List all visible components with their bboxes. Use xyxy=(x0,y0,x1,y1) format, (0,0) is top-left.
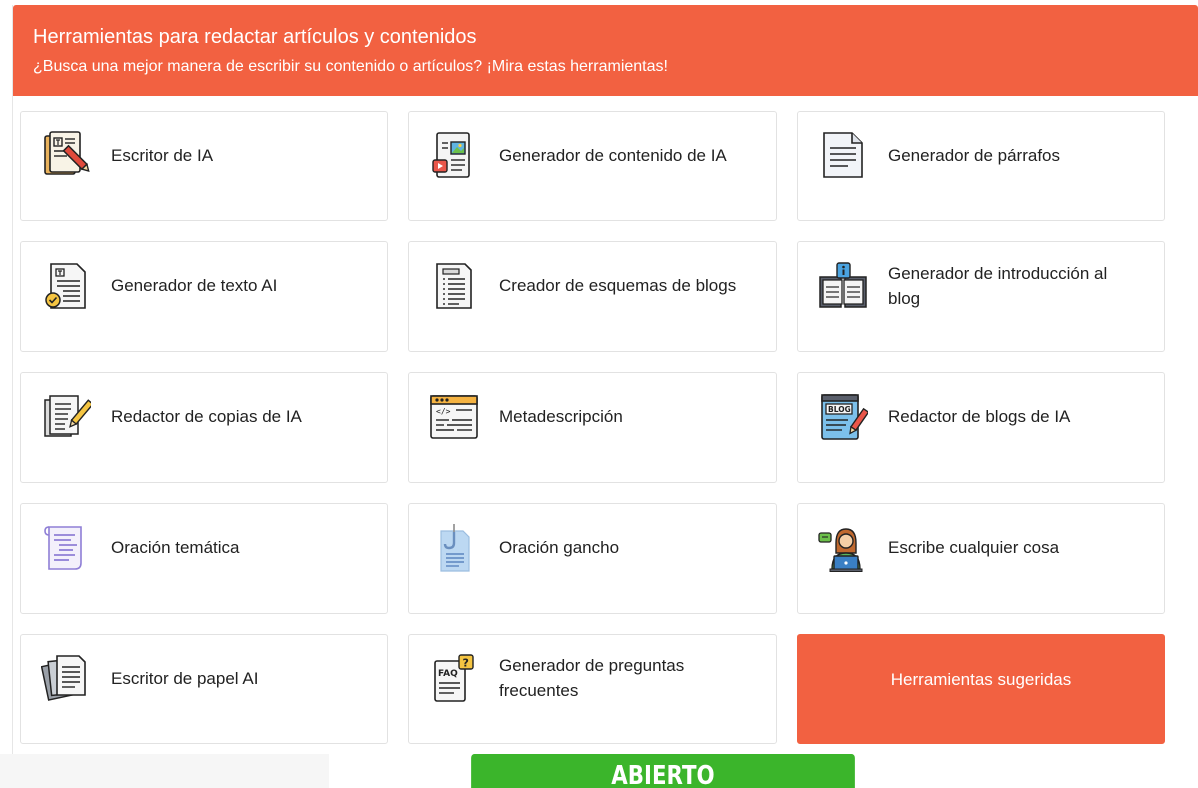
open-button[interactable]: ABIERTO xyxy=(471,754,855,788)
tool-label: Generador de contenido de IA xyxy=(499,145,727,165)
tool-card-meta-description[interactable]: </> Metadescripción xyxy=(408,372,777,483)
text-document-check-icon xyxy=(41,261,91,311)
tool-label: Redactor de copias de IA xyxy=(111,407,302,426)
paragraph-document-icon xyxy=(818,130,868,180)
paper-stack-icon xyxy=(41,653,91,703)
tool-card-blog-intro[interactable]: Generador de introducción al blog xyxy=(797,241,1165,352)
hook-document-icon xyxy=(429,523,479,573)
tool-label: Redactor de blogs de IA xyxy=(888,407,1071,426)
blog-writer-icon: BLOG xyxy=(818,392,868,442)
tool-card-paragraph-generator[interactable]: Generador de párrafos xyxy=(797,111,1165,221)
book-info-icon xyxy=(818,261,868,311)
bottom-strip xyxy=(0,754,329,788)
copy-writer-icon xyxy=(41,392,91,442)
panel-subtitle: ¿Busca una mejor manera de escribir su c… xyxy=(33,58,668,75)
tool-label: Generador de texto AI xyxy=(111,276,278,295)
tool-label: Generador de párrafos xyxy=(888,145,1060,165)
tool-card-hook-sentence[interactable]: Oración gancho xyxy=(408,503,777,614)
svg-text:</>: </> xyxy=(436,407,451,416)
panel-header: Herramientas para redactar artículos y c… xyxy=(13,5,1198,96)
svg-text:FAQ: FAQ xyxy=(438,669,458,679)
tool-card-content-generator[interactable]: Generador de contenido de IA xyxy=(408,111,777,221)
tool-card-ai-paper-writer[interactable]: Escritor de papel AI xyxy=(20,634,388,744)
scroll-document-icon xyxy=(41,523,91,573)
tool-label: Metadescripción xyxy=(499,407,623,426)
tool-label: Generador de introducción al blog xyxy=(888,263,1108,308)
tool-label: Oración temática xyxy=(111,538,240,557)
tool-card-write-anything[interactable]: Escribe cualquier cosa xyxy=(797,503,1165,614)
faq-document-icon: FAQ ? xyxy=(429,653,479,703)
tool-card-ai-blog-writer[interactable]: BLOG Redactor de blogs de IA xyxy=(797,372,1165,483)
tool-card-blog-outline[interactable]: Creador de esquemas de blogs xyxy=(408,241,777,352)
tool-card-ai-copywriter[interactable]: Redactor de copias de IA xyxy=(20,372,388,483)
tool-card-ai-writer[interactable]: Escritor de IA xyxy=(20,111,388,221)
tools-grid: Escritor de IA Generador de contenido de… xyxy=(20,111,1165,744)
tool-label: Oración gancho xyxy=(499,538,620,557)
content-generator-icon xyxy=(429,130,479,180)
outline-document-icon xyxy=(429,261,479,311)
tool-card-ai-text-generator[interactable]: Generador de texto AI xyxy=(20,241,388,352)
suggested-tools-label: Herramientas sugeridas xyxy=(890,669,1072,689)
tool-label: Generador de preguntas frecuentes xyxy=(499,656,685,700)
tool-label: Escritor de IA xyxy=(111,145,214,165)
tool-label: Creador de esquemas de blogs xyxy=(499,276,737,295)
panel-title: Herramientas para redactar artículos y c… xyxy=(33,26,477,48)
code-window-icon: </> xyxy=(429,392,479,442)
tool-label: Escribe cualquier cosa xyxy=(888,538,1060,557)
svg-text:BLOG: BLOG xyxy=(828,405,851,414)
svg-text:?: ? xyxy=(463,657,469,670)
tool-label: Escritor de papel AI xyxy=(111,668,259,688)
ai-writer-icon xyxy=(41,130,91,180)
tool-card-faq-generator[interactable]: FAQ ? Generador de preguntas frecuentes xyxy=(408,634,777,744)
person-laptop-icon xyxy=(818,523,868,573)
tool-card-topic-sentence[interactable]: Oración temática xyxy=(20,503,388,614)
suggested-tools-button[interactable]: Herramientas sugeridas xyxy=(797,634,1165,744)
